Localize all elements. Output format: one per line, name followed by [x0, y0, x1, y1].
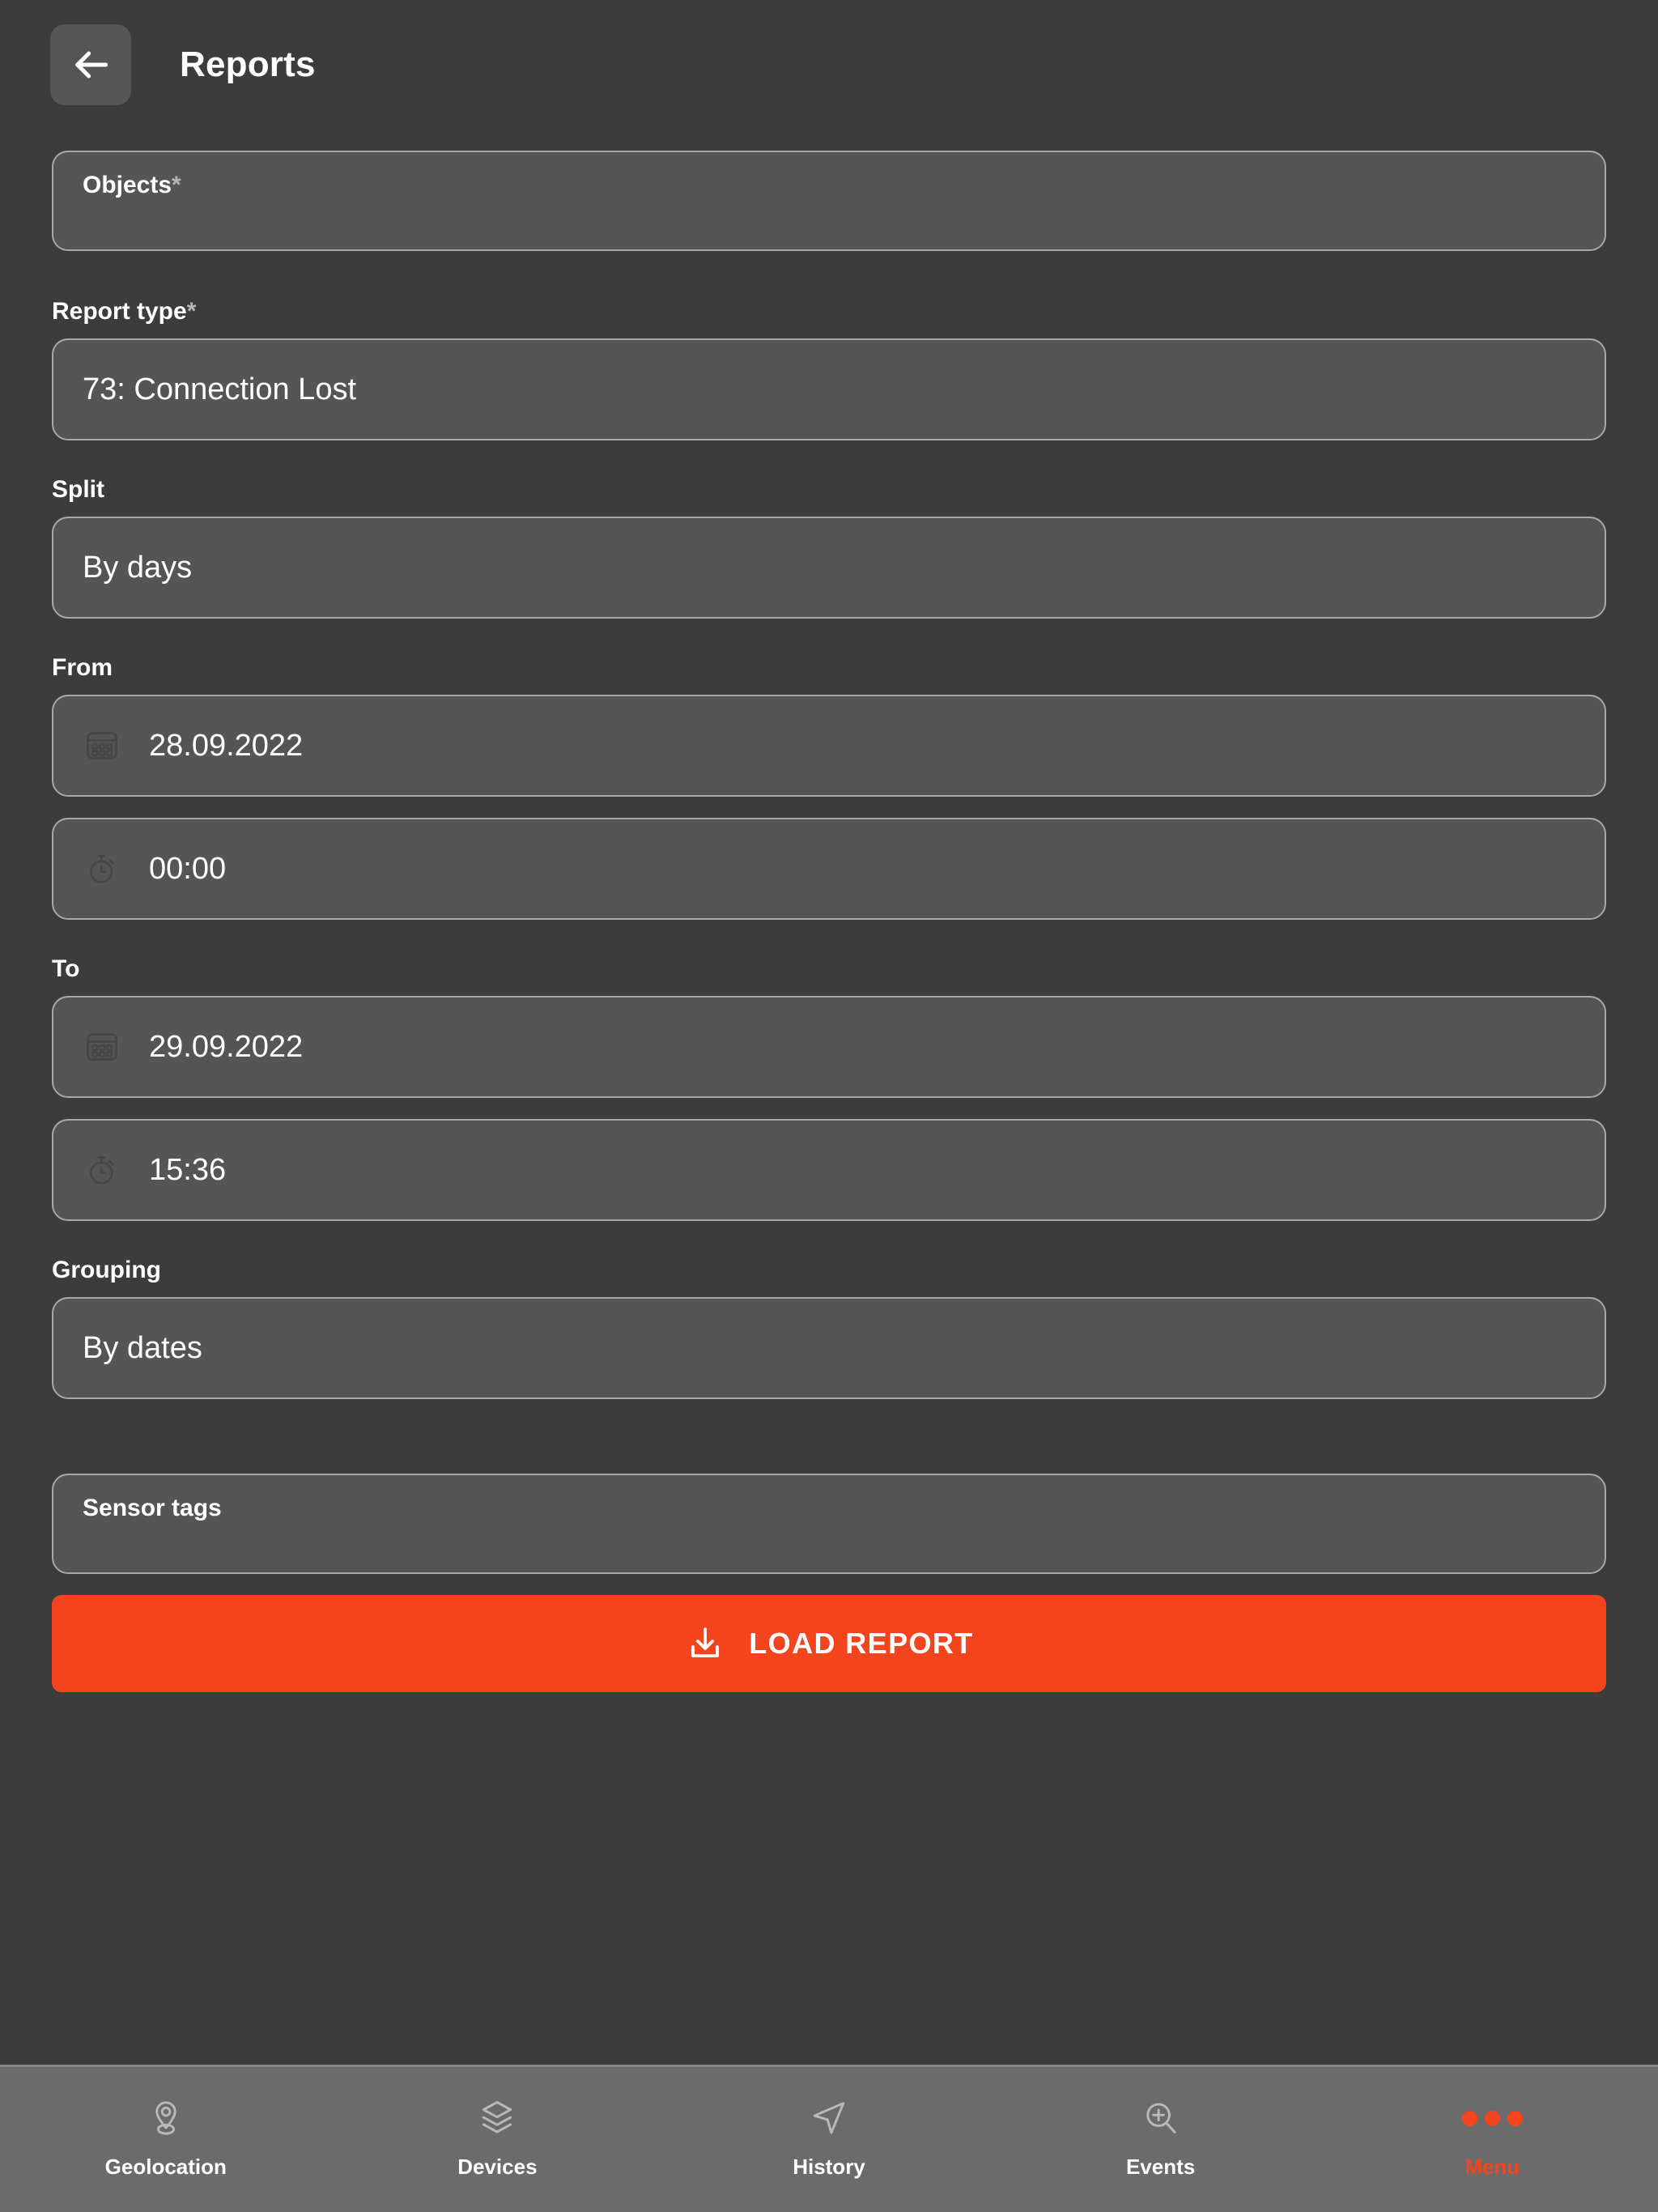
- load-report-button[interactable]: LOAD REPORT: [52, 1595, 1606, 1692]
- split-value: By days: [83, 551, 193, 585]
- app-header: Reports: [0, 0, 1658, 130]
- to-date-field[interactable]: 29.09.2022: [52, 996, 1606, 1098]
- stopwatch-icon: [83, 1151, 121, 1189]
- download-icon: [684, 1623, 726, 1665]
- objects-required-marker: *: [172, 172, 181, 198]
- calendar-icon: [83, 1027, 121, 1066]
- to-date-value: 29.09.2022: [149, 1030, 304, 1064]
- load-report-label: LOAD REPORT: [749, 1627, 974, 1660]
- to-time-field[interactable]: 15:36: [52, 1119, 1606, 1221]
- from-date-value: 28.09.2022: [149, 729, 304, 763]
- report-type-label: Report type*: [52, 298, 197, 325]
- map-pin-icon: [146, 2095, 186, 2142]
- sensor-tags-label: Sensor tags: [83, 1495, 222, 1521]
- grouping-field[interactable]: By dates: [52, 1297, 1606, 1399]
- split-label: Split: [52, 476, 104, 503]
- nav-item-menu[interactable]: Menu: [1326, 2095, 1658, 2180]
- three-dots-icon: [1461, 2095, 1523, 2142]
- objects-field[interactable]: Objects*: [52, 151, 1606, 251]
- objects-label: Objects*: [83, 172, 181, 198]
- sensor-tags-field[interactable]: Sensor tags: [52, 1474, 1606, 1574]
- grouping-label: Grouping: [52, 1257, 161, 1283]
- nav-label-events: Events: [1125, 2155, 1196, 2179]
- nav-item-events[interactable]: Events: [995, 2095, 1327, 2180]
- layers-icon: [477, 2095, 517, 2142]
- grouping-value: By dates: [83, 1331, 202, 1365]
- reports-form: Objects* Report type* 73: Connection Los…: [0, 130, 1658, 2065]
- from-label: From: [52, 654, 113, 681]
- from-time-field[interactable]: 00:00: [52, 818, 1606, 920]
- calendar-icon: [83, 726, 121, 765]
- nav-label-history: History: [793, 2155, 865, 2179]
- reports-screen: Reports Objects* Report type* 73: Connec…: [0, 0, 1658, 2212]
- report-type-field[interactable]: 73: Connection Lost: [52, 338, 1606, 440]
- stopwatch-icon: [83, 849, 121, 888]
- arrow-left-icon: [68, 42, 113, 87]
- nav-label-devices: Devices: [457, 2155, 538, 2179]
- nav-item-history[interactable]: History: [663, 2095, 995, 2180]
- to-label: To: [52, 955, 80, 982]
- nav-item-geolocation[interactable]: Geolocation: [0, 2095, 332, 2180]
- nav-item-devices[interactable]: Devices: [332, 2095, 664, 2180]
- report-type-value: 73: Connection Lost: [83, 372, 357, 406]
- from-time-value: 00:00: [149, 852, 227, 886]
- report-type-required-marker: *: [186, 298, 197, 325]
- back-button[interactable]: [50, 24, 131, 105]
- nav-label-menu: Menu: [1465, 2155, 1520, 2179]
- nav-label-geolocation: Geolocation: [104, 2155, 227, 2179]
- bottom-navigation: Geolocation Devices History Events Menu: [0, 2065, 1658, 2212]
- page-title: Reports: [180, 45, 316, 84]
- from-date-field[interactable]: 28.09.2022: [52, 695, 1606, 797]
- to-time-value: 15:36: [149, 1153, 227, 1187]
- navigation-arrow-icon: [809, 2095, 849, 2142]
- split-field[interactable]: By days: [52, 517, 1606, 619]
- search-plus-icon: [1141, 2095, 1181, 2142]
